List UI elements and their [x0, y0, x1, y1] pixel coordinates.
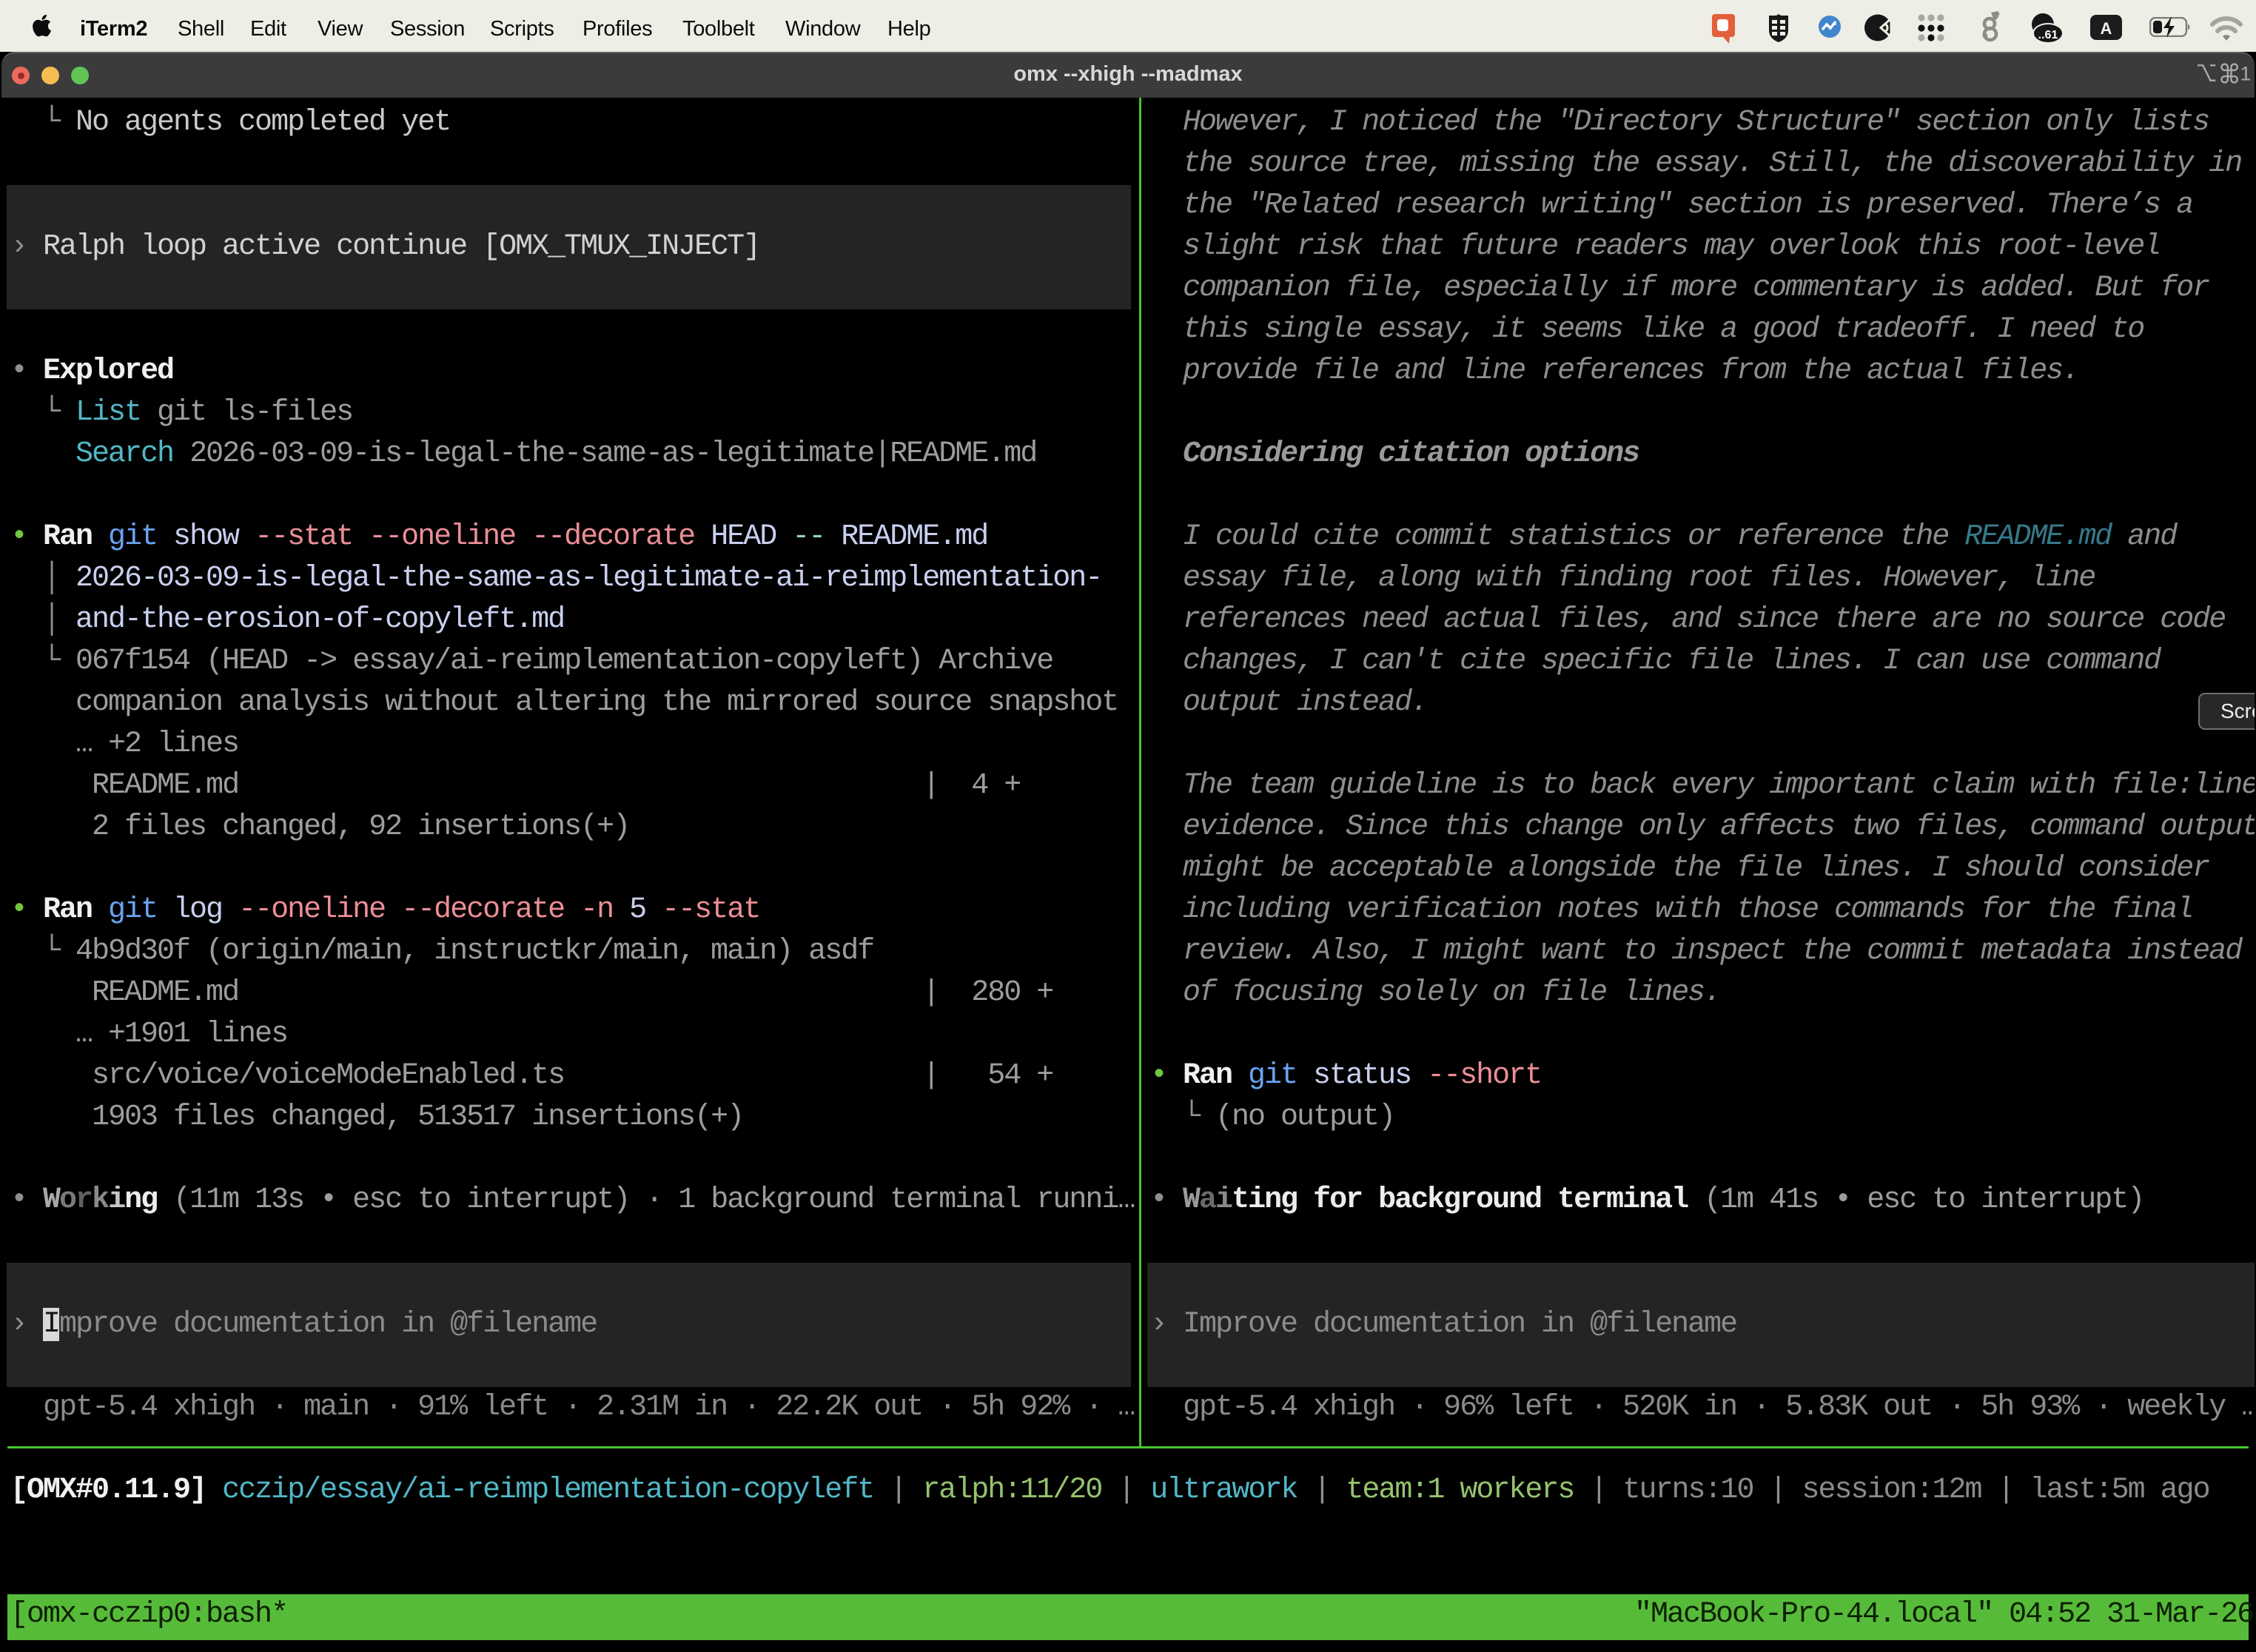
svg-text:1: 1: [2240, 62, 2250, 84]
svg-text:..61: ..61: [2038, 29, 2058, 41]
svg-text:A: A: [2101, 19, 2112, 38]
